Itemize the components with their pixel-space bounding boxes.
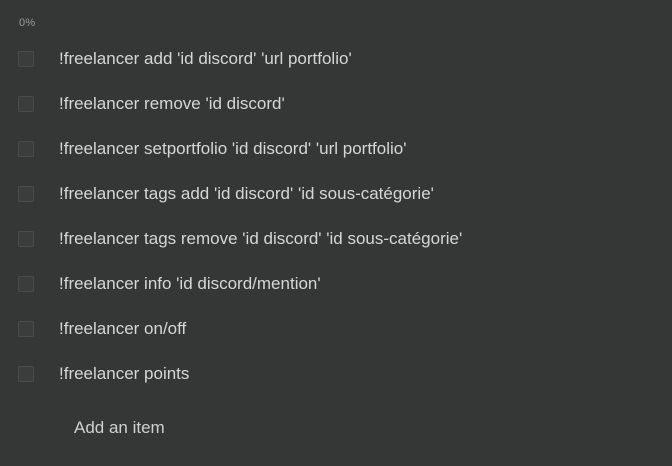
- checklist: 0% !freelancer add 'id discord' 'url por…: [0, 0, 672, 466]
- checklist-item-checkbox[interactable]: [18, 231, 34, 247]
- checklist-item-label[interactable]: !freelancer on/off: [59, 319, 186, 339]
- checklist-item-checkbox[interactable]: [18, 366, 34, 382]
- add-item-button[interactable]: Add an item: [74, 418, 165, 438]
- checklist-progress-label: 0%: [19, 17, 36, 29]
- checklist-item[interactable]: !freelancer remove 'id discord': [0, 82, 672, 127]
- checklist-item-label[interactable]: !freelancer tags add 'id discord' 'id so…: [59, 184, 434, 204]
- checklist-item-label[interactable]: !freelancer tags remove 'id discord' 'id…: [59, 229, 462, 249]
- checklist-items: !freelancer add 'id discord' 'url portfo…: [0, 37, 672, 397]
- checklist-item-label[interactable]: !freelancer add 'id discord' 'url portfo…: [59, 49, 352, 69]
- checklist-item-checkbox[interactable]: [18, 51, 34, 67]
- checklist-item[interactable]: !freelancer info 'id discord/mention': [0, 262, 672, 307]
- checklist-item-label[interactable]: !freelancer info 'id discord/mention': [59, 274, 321, 294]
- checklist-item-label[interactable]: !freelancer points: [59, 364, 189, 384]
- checklist-item-label[interactable]: !freelancer setportfolio 'id discord' 'u…: [59, 139, 406, 159]
- checklist-item[interactable]: !freelancer add 'id discord' 'url portfo…: [0, 37, 672, 82]
- checklist-item-checkbox[interactable]: [18, 186, 34, 202]
- checklist-item[interactable]: !freelancer tags remove 'id discord' 'id…: [0, 217, 672, 262]
- checklist-item-label[interactable]: !freelancer remove 'id discord': [59, 94, 285, 114]
- checklist-item[interactable]: !freelancer setportfolio 'id discord' 'u…: [0, 127, 672, 172]
- checklist-item[interactable]: !freelancer tags add 'id discord' 'id so…: [0, 172, 672, 217]
- checklist-item-checkbox[interactable]: [18, 141, 34, 157]
- checklist-item-checkbox[interactable]: [18, 96, 34, 112]
- checklist-item-checkbox[interactable]: [18, 321, 34, 337]
- checklist-item[interactable]: !freelancer points: [0, 352, 672, 397]
- checklist-item[interactable]: !freelancer on/off: [0, 307, 672, 352]
- checklist-item-checkbox[interactable]: [18, 276, 34, 292]
